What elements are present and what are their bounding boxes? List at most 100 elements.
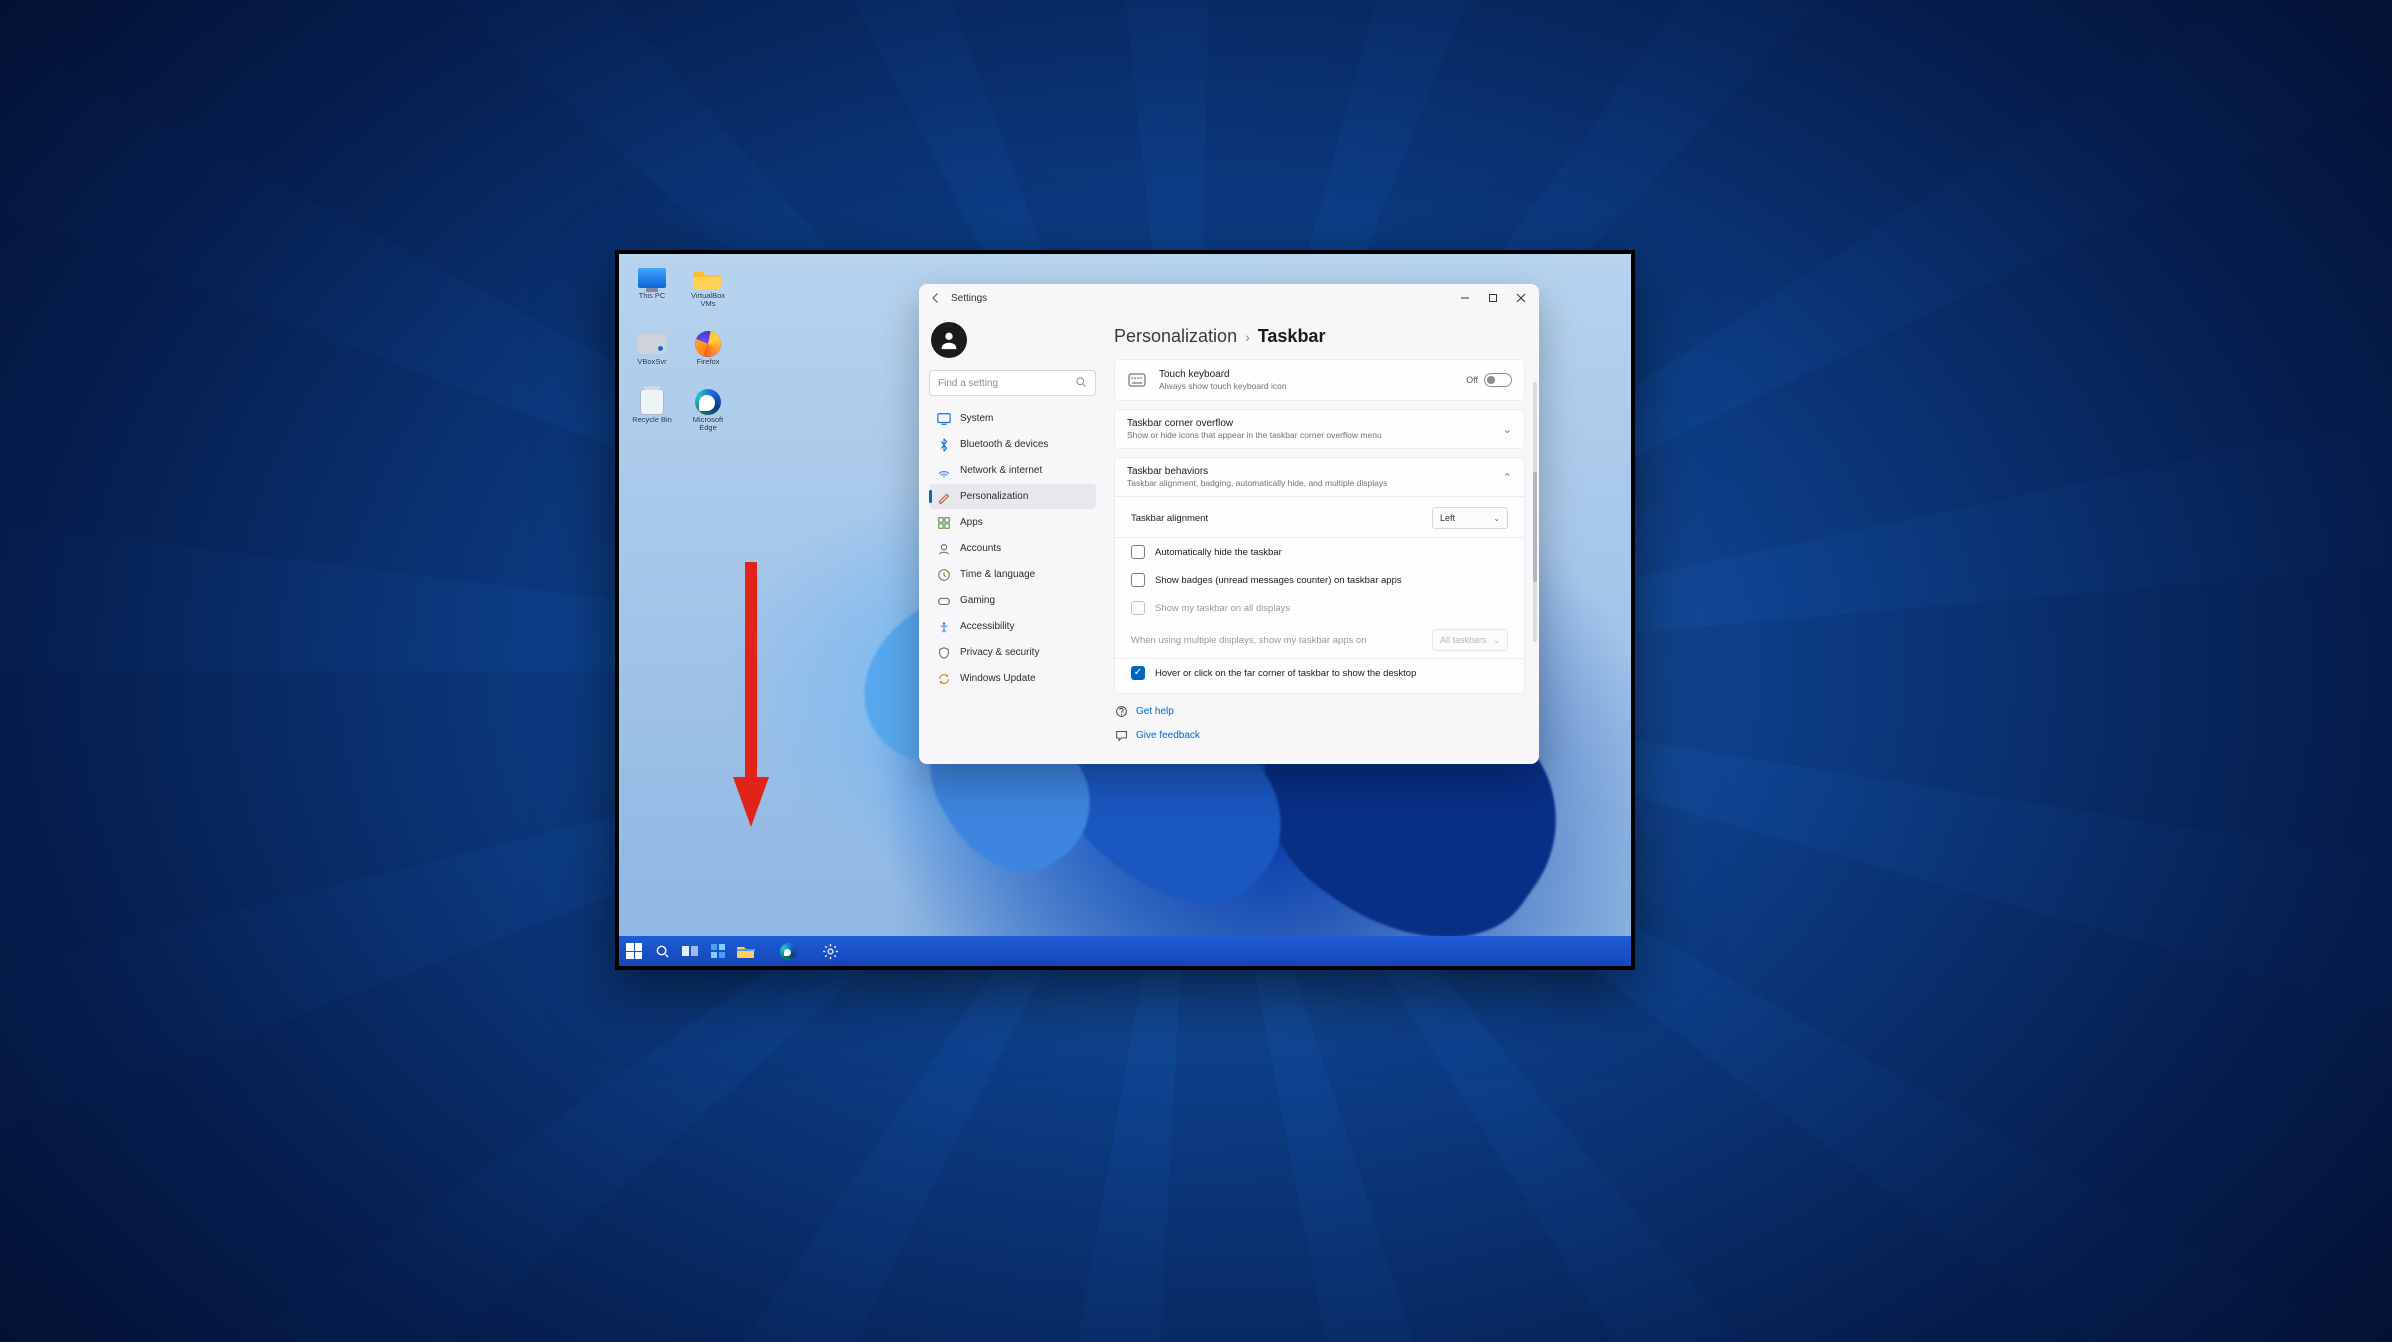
time-icon xyxy=(937,568,951,582)
account-header[interactable] xyxy=(929,318,1096,366)
sidebar-item-label: System xyxy=(960,413,993,424)
behaviors-subtitle: Taskbar alignment, badging, automaticall… xyxy=(1127,478,1503,488)
alignment-dropdown[interactable]: Left ⌄ xyxy=(1432,507,1508,529)
sidebar-item-accessibility[interactable]: Accessibility xyxy=(929,614,1096,639)
sidebar-item-label: Privacy & security xyxy=(960,647,1039,658)
taskbar-edge[interactable] xyxy=(779,942,797,960)
sidebar-item-privacy[interactable]: Privacy & security xyxy=(929,640,1096,665)
network-icon xyxy=(937,464,951,478)
dropdown-value: Left xyxy=(1440,513,1455,523)
sidebar-item-label: Accessibility xyxy=(960,621,1014,632)
privacy-icon xyxy=(937,646,951,660)
expander-behaviors: Taskbar behaviors Taskbar alignment, bad… xyxy=(1114,457,1525,694)
breadcrumb-parent[interactable]: Personalization xyxy=(1114,326,1237,347)
checkbox-icon xyxy=(1131,573,1145,587)
close-button[interactable] xyxy=(1507,288,1535,308)
sidebar-item-gaming[interactable]: Gaming xyxy=(929,588,1096,613)
desktop-icon-vboxsvr[interactable]: VBoxSvr xyxy=(627,332,677,366)
sidebar-item-label: Network & internet xyxy=(960,465,1042,476)
chevron-down-icon: ⌄ xyxy=(1493,514,1500,523)
widgets-icon xyxy=(710,943,726,959)
taskbar-search[interactable] xyxy=(653,942,671,960)
breadcrumb-current: Taskbar xyxy=(1258,326,1326,347)
desktop-icon-edge[interactable]: Microsoft Edge xyxy=(683,390,733,432)
chevron-right-icon: › xyxy=(1245,329,1250,345)
sidebar-item-time-language[interactable]: Time & language xyxy=(929,562,1096,587)
touch-keyboard-toggle[interactable]: Off xyxy=(1466,373,1512,387)
taskbar xyxy=(619,936,1631,966)
feedback-icon xyxy=(1114,728,1128,742)
personalization-icon xyxy=(937,490,951,504)
accounts-icon xyxy=(937,542,951,556)
icon-label: Recycle Bin xyxy=(632,416,672,424)
chevron-down-icon: ⌄ xyxy=(1503,423,1512,436)
setting-auto-hide[interactable]: Automatically hide the taskbar xyxy=(1115,538,1524,566)
sidebar-item-bluetooth[interactable]: Bluetooth & devices xyxy=(929,432,1096,457)
folder-icon xyxy=(693,266,723,290)
setting-taskbar-alignment: Taskbar alignment Left ⌄ xyxy=(1115,499,1524,537)
behaviors-title: Taskbar behaviors xyxy=(1127,466,1503,477)
drive-icon xyxy=(637,332,667,356)
sidebar-item-apps[interactable]: Apps xyxy=(929,510,1096,535)
avatar-icon xyxy=(931,322,967,358)
taskbar-settings[interactable] xyxy=(821,942,839,960)
desktop-icon-virtualbox-vms[interactable]: VirtualBox VMs xyxy=(683,266,733,308)
bluetooth-icon xyxy=(937,438,951,452)
icon-label: VBoxSvr xyxy=(637,358,666,366)
sidebar-item-personalization[interactable]: Personalization xyxy=(929,484,1096,509)
sidebar-item-label: Bluetooth & devices xyxy=(960,439,1048,450)
behaviors-header[interactable]: Taskbar behaviors Taskbar alignment, bad… xyxy=(1115,458,1524,496)
outer-background: This PC VirtualBox VMs VBoxSvr Firefox xyxy=(0,0,2392,1342)
sidebar-item-windows-update[interactable]: Windows Update xyxy=(929,666,1096,691)
nav-list: System Bluetooth & devices Network & int… xyxy=(929,406,1096,691)
taskbar-task-view[interactable] xyxy=(681,942,699,960)
desktop-icon-firefox[interactable]: Firefox xyxy=(683,332,733,366)
checkbox-checked-icon: ✓ xyxy=(1131,666,1145,680)
icon-label: Microsoft Edge xyxy=(683,416,733,432)
accessibility-icon xyxy=(937,620,951,634)
toggle-state: Off xyxy=(1466,375,1478,385)
edge-icon xyxy=(780,943,797,960)
setting-show-all-displays: Show my taskbar on all displays xyxy=(1115,594,1524,622)
scrollbar[interactable] xyxy=(1533,382,1537,642)
sidebar-item-label: Windows Update xyxy=(960,673,1036,684)
checkbox-icon xyxy=(1131,545,1145,559)
sidebar-item-label: Gaming xyxy=(960,595,995,606)
edge-icon xyxy=(693,390,723,414)
content-area: Personalization › Taskbar Touch keyboard xyxy=(1104,312,1539,764)
icon-label: Firefox xyxy=(697,358,720,366)
search-input[interactable]: Find a setting xyxy=(929,370,1096,396)
overflow-title: Taskbar corner overflow xyxy=(1127,418,1503,429)
search-placeholder: Find a setting xyxy=(938,378,998,389)
link-get-help[interactable]: Get help xyxy=(1114,704,1525,718)
link-give-feedback[interactable]: Give feedback xyxy=(1114,728,1525,742)
setting-multi-display-apps: When using multiple displays, show my ta… xyxy=(1115,622,1524,658)
overflow-subtitle: Show or hide icons that appear in the ta… xyxy=(1127,430,1503,440)
setting-hover-corner[interactable]: ✓ Hover or click on the far corner of ta… xyxy=(1115,659,1524,687)
sidebar-item-system[interactable]: System xyxy=(929,406,1096,431)
icon-label: VirtualBox VMs xyxy=(683,292,733,308)
back-button[interactable] xyxy=(927,289,945,307)
toggle-switch-icon xyxy=(1484,373,1512,387)
task-view-icon xyxy=(682,944,698,958)
breadcrumb: Personalization › Taskbar xyxy=(1114,326,1525,347)
folder-icon xyxy=(737,944,755,958)
chevron-up-icon: ⌃ xyxy=(1503,471,1512,484)
expander-overflow[interactable]: Taskbar corner overflow Show or hide ico… xyxy=(1114,409,1525,449)
help-links: Get help Give feedback xyxy=(1114,704,1525,742)
sidebar-item-accounts[interactable]: Accounts xyxy=(929,536,1096,561)
maximize-button[interactable] xyxy=(1479,288,1507,308)
touch-keyboard-title: Touch keyboard xyxy=(1159,369,1454,380)
desktop-icon-this-pc[interactable]: This PC xyxy=(627,266,677,308)
sidebar-item-network[interactable]: Network & internet xyxy=(929,458,1096,483)
dropdown-value: All taskbars xyxy=(1440,635,1487,645)
start-button[interactable] xyxy=(625,942,643,960)
minimize-button[interactable] xyxy=(1451,288,1479,308)
desktop-screenshot: This PC VirtualBox VMs VBoxSvr Firefox xyxy=(615,250,1635,970)
setting-show-badges[interactable]: Show badges (unread messages counter) on… xyxy=(1115,566,1524,594)
icon-label: This PC xyxy=(639,292,666,300)
monitor-icon xyxy=(637,266,667,290)
desktop-icon-recycle-bin[interactable]: Recycle Bin xyxy=(627,390,677,432)
taskbar-widgets[interactable] xyxy=(709,942,727,960)
taskbar-explorer[interactable] xyxy=(737,942,755,960)
